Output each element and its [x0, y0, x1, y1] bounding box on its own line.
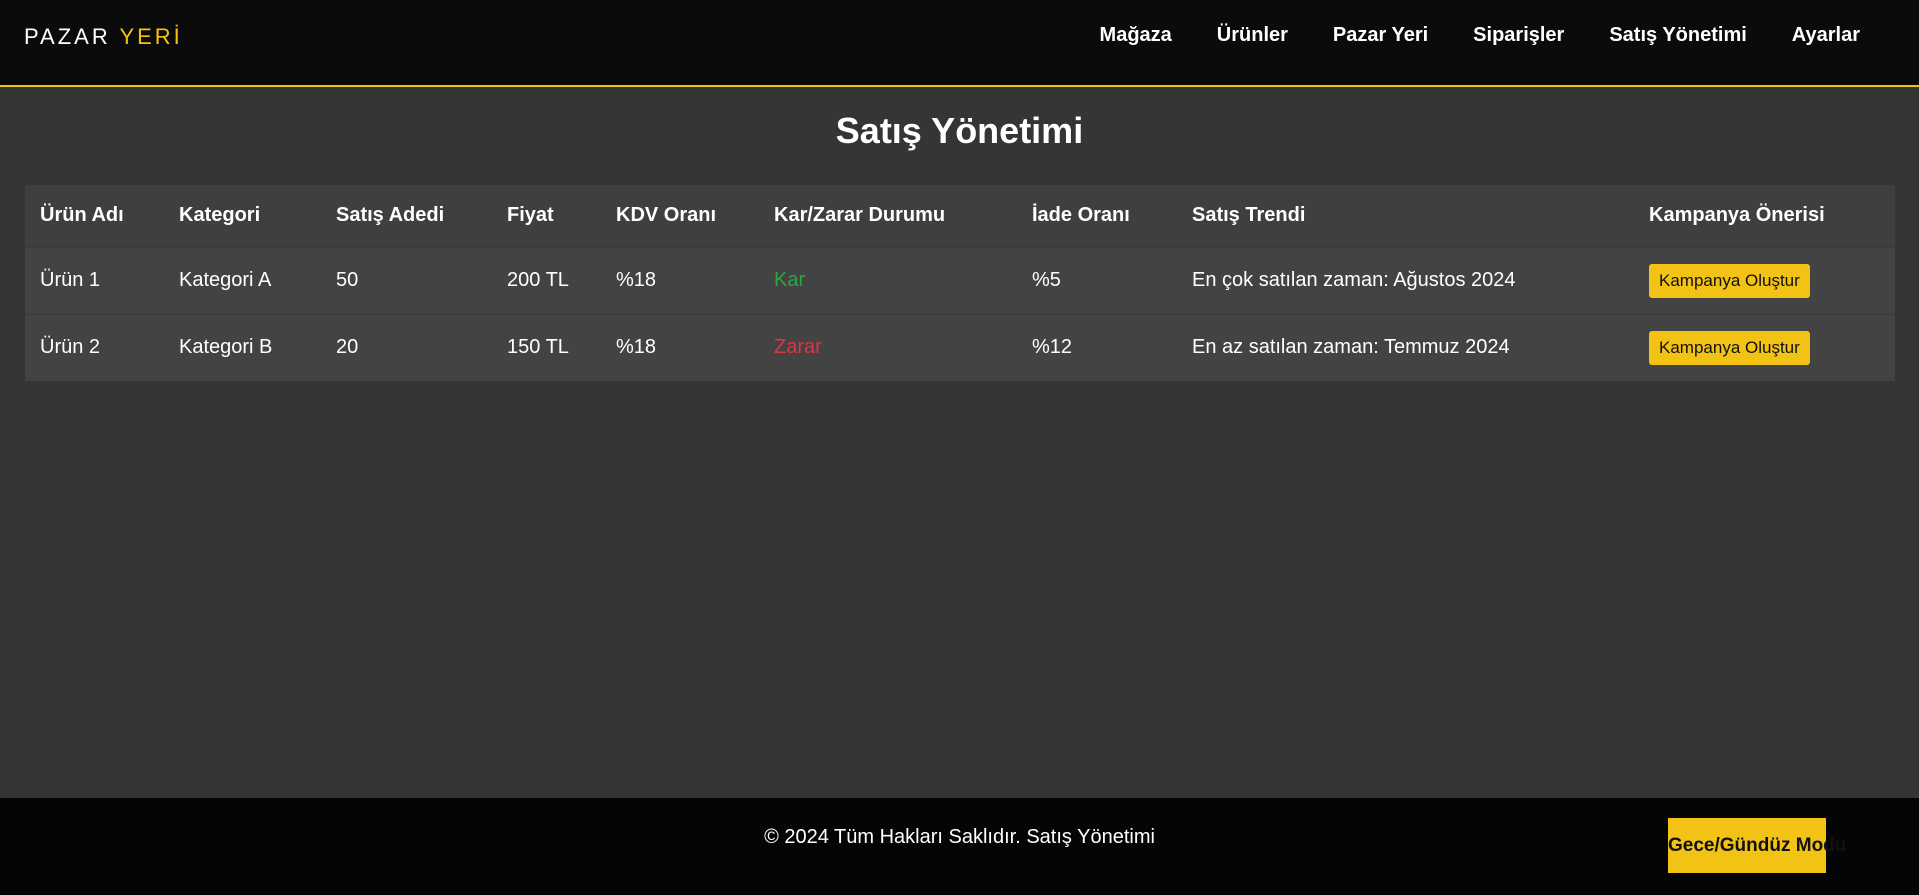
- table-row: Ürün 2 Kategori B 20 150 TL %18 Zarar %1…: [25, 314, 1895, 381]
- column-header: Kategori: [179, 204, 261, 227]
- vat-cell: %18: [616, 336, 657, 359]
- logo-accent-text: YERİ: [119, 24, 183, 49]
- product-name-cell: Ürün 2: [40, 336, 101, 359]
- column-header: Kar/Zarar Durumu: [774, 204, 946, 227]
- nav-item-pazar-yeri[interactable]: Pazar Yeri: [1333, 24, 1428, 47]
- return-rate-cell: %12: [1032, 336, 1073, 359]
- column-header: Satış Trendi: [1192, 204, 1306, 227]
- profit-status-cell: Kar: [774, 269, 806, 291]
- copyright-text: © 2024 Tüm Hakları Saklıdır. Satış Yönet…: [764, 826, 1155, 848]
- campaign-cell: Kampanya Oluştur: [1634, 247, 1895, 314]
- main-nav: Mağaza Ürünler Pazar Yeri Siparişler Sat…: [1100, 0, 1919, 70]
- price-cell: 200 TL: [507, 269, 569, 291]
- column-header: Ürün Adı: [40, 204, 124, 227]
- create-campaign-button[interactable]: Kampanya Oluştur: [1649, 330, 1810, 365]
- column-header: Fiyat: [507, 204, 554, 227]
- product-name-cell: Ürün 1: [40, 269, 101, 291]
- sales-table-container: Ürün Adı Kategori Satış Adedi Fiyat KDV …: [25, 185, 1895, 381]
- nav-item-urunler[interactable]: Ürünler: [1217, 24, 1288, 47]
- top-navbar: PAZAR YERİ Mağaza Ürünler Pazar Yeri Sip…: [0, 0, 1919, 87]
- profit-status-cell: Zarar: [774, 336, 822, 359]
- vat-cell: %18: [616, 269, 657, 291]
- page-title: Satış Yönetimi: [835, 110, 1084, 151]
- logo-text: PAZAR: [24, 24, 120, 49]
- theme-toggle-button[interactable]: Gece/Gündüz Modu: [1668, 818, 1846, 873]
- column-header: KDV Oranı: [616, 204, 717, 227]
- nav-item-magaza[interactable]: Mağaza: [1100, 24, 1172, 47]
- site-logo[interactable]: PAZAR YERİ: [24, 24, 183, 50]
- category-cell: Kategori B: [179, 336, 273, 359]
- sales-trend-cell: En çok satılan zaman: Ağustos 2024: [1192, 269, 1516, 291]
- sales-table: Ürün Adı Kategori Satış Adedi Fiyat KDV …: [25, 185, 1895, 381]
- page-footer: © 2024 Tüm Hakları Saklıdır. Satış Yönet…: [0, 798, 1919, 895]
- column-header: Kampanya Önerisi: [1649, 204, 1825, 227]
- column-header: İade Oranı: [1032, 204, 1130, 227]
- sales-qty-cell: 20: [336, 336, 359, 359]
- table-row: Ürün 1 Kategori A 50 200 TL %18 Kar %5 E…: [25, 247, 1895, 314]
- nav-item-ayarlar[interactable]: Ayarlar: [1792, 24, 1860, 47]
- sales-qty-cell: 50: [336, 269, 359, 291]
- price-cell: 150 TL: [507, 336, 569, 359]
- campaign-cell: Kampanya Oluştur: [1634, 314, 1895, 381]
- return-rate-cell: %5: [1032, 269, 1061, 291]
- nav-item-siparisler[interactable]: Siparişler: [1473, 24, 1564, 47]
- create-campaign-button[interactable]: Kampanya Oluştur: [1649, 263, 1810, 298]
- column-header: Satış Adedi: [336, 204, 445, 227]
- category-cell: Kategori A: [179, 269, 272, 291]
- sales-trend-cell: En az satılan zaman: Temmuz 2024: [1192, 336, 1510, 359]
- nav-item-satis-yonetimi[interactable]: Satış Yönetimi: [1609, 24, 1746, 47]
- table-header-row: Ürün Adı Kategori Satış Adedi Fiyat KDV …: [25, 185, 1895, 247]
